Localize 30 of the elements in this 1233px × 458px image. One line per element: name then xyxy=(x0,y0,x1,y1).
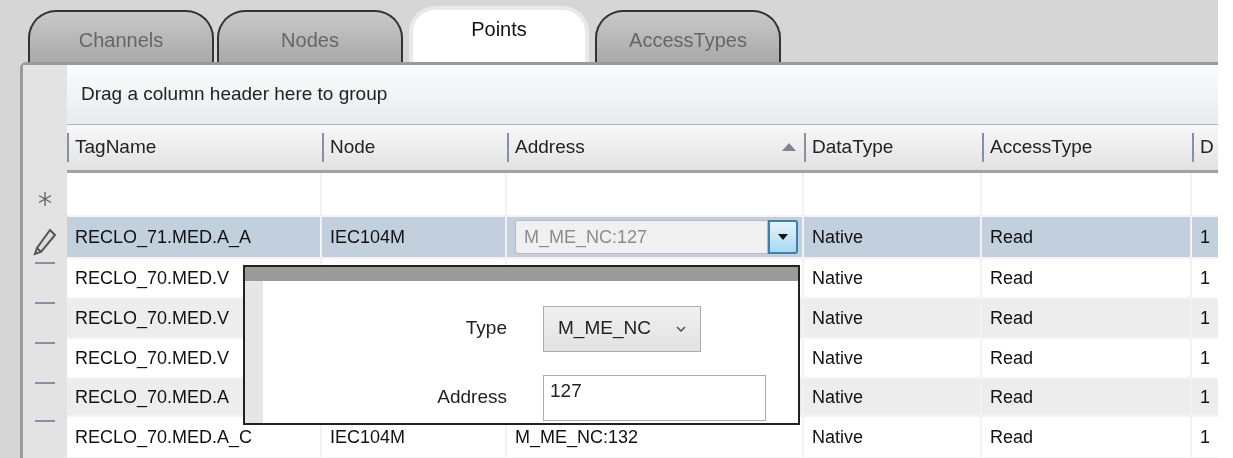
table-cell-text: RECLO_70.MED.V xyxy=(75,266,230,291)
table-cell-text: 1 xyxy=(1200,385,1210,409)
table-cell-text: IEC104M xyxy=(330,425,406,449)
table-cell-text: RECLO_71.MED.A_A xyxy=(75,225,252,250)
table-cell-text: 1 xyxy=(1200,306,1210,330)
table-cell-text: RECLO_70.MED.A xyxy=(75,385,230,410)
table-cell-text: 1 xyxy=(1200,225,1210,249)
type-label: Type xyxy=(464,316,508,341)
table-cell-text: Read xyxy=(990,346,1034,370)
table-cell-text: Read xyxy=(990,385,1034,409)
table-cell-text: Read xyxy=(990,266,1034,290)
table-cell-text: RECLO_70.MED.V xyxy=(75,306,230,331)
table-cell-text: IEC104M xyxy=(330,225,406,249)
table-cell-text: RECLO_70.MED.A_C xyxy=(75,425,253,450)
table-cell-text: Read xyxy=(990,425,1034,449)
table-cell-text: Read xyxy=(990,306,1034,330)
table-cell-text: Native xyxy=(812,425,864,449)
table-cell-text: 1 xyxy=(1200,425,1210,449)
table-cell-text: Native xyxy=(812,225,864,249)
table-cell-text: Native xyxy=(812,385,864,409)
table-cell-text: Native xyxy=(812,346,864,370)
table-cell-text: Native xyxy=(812,306,864,330)
address-label: Address xyxy=(436,385,508,410)
table-cell-text: 1 xyxy=(1200,346,1210,370)
group-panel-text: Drag a column header here to group xyxy=(81,82,388,107)
table-cell-text: M_ME_NC:132 xyxy=(515,425,639,450)
table-cell-text: 1 xyxy=(1200,266,1210,290)
table-cell-text: RECLO_70.MED.V xyxy=(75,346,230,371)
table-cell-text: Read xyxy=(990,225,1034,249)
table-cell-text: Native xyxy=(812,266,864,290)
